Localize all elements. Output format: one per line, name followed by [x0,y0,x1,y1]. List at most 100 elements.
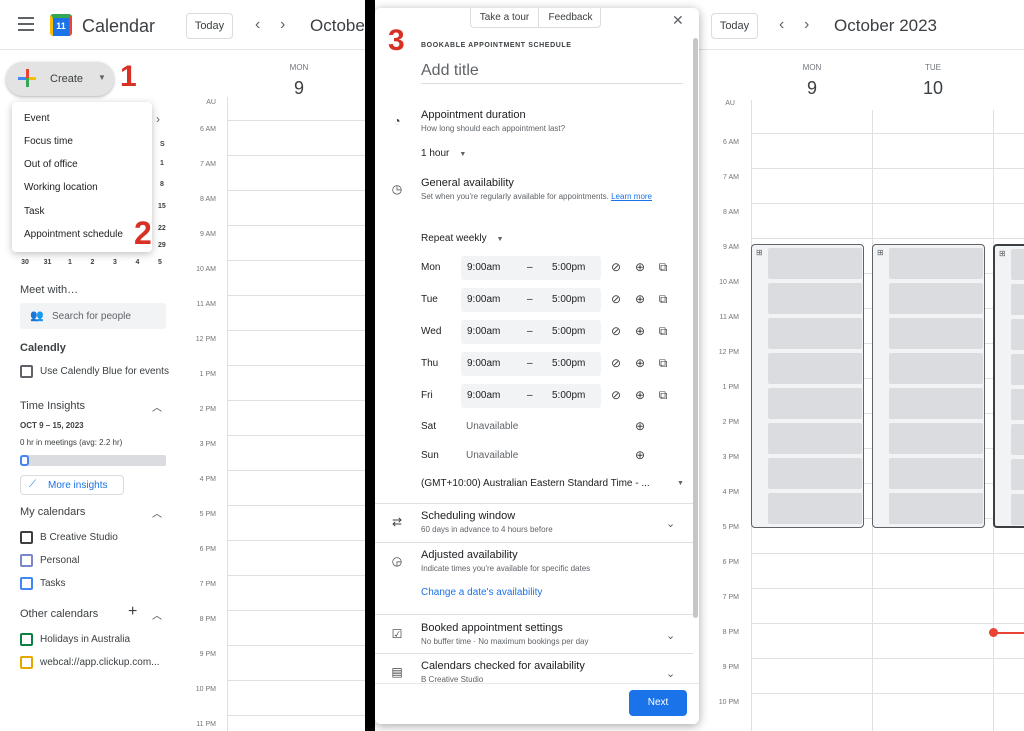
collapse-insights-chevron-icon[interactable]: ︿ [152,399,162,414]
mini-cal-day[interactable]: 31 [43,259,53,266]
mini-cal-day[interactable]: 29 [158,242,166,249]
add-time-icon[interactable]: ⊕ [632,292,648,306]
copy-icon[interactable]: ⧉ [655,260,671,275]
expand-booked-settings-chevron-icon[interactable]: ⌄ [666,629,675,642]
appointment-slot-column[interactable]: ⊞ [751,244,864,528]
start-time[interactable]: 9:00am [467,256,500,280]
calendar-checkbox-b-creative-studio[interactable] [20,531,33,544]
copy-icon[interactable]: ⧉ [655,356,671,371]
expand-calendars-checked-chevron-icon[interactable]: ⌄ [666,667,675,680]
time-range-field[interactable]: 9:00am – 5:00pm [461,352,601,376]
mini-cal-day[interactable]: 3 [110,259,120,266]
appointment-slot[interactable] [768,458,862,489]
day-number[interactable]: 9 [274,78,324,99]
menu-item-focus-time[interactable]: Focus time [24,136,73,147]
appointment-slot[interactable] [1011,424,1024,455]
collapse-my-calendars-chevron-icon[interactable]: ︿ [152,505,162,520]
copy-icon[interactable]: ⧉ [655,388,671,403]
appointment-slot[interactable] [889,248,983,279]
add-time-icon[interactable]: ⊕ [632,448,648,462]
next-week-chevron-icon[interactable]: › [280,16,285,34]
timezone-dropdown[interactable]: (GMT+10:00) Australian Eastern Standard … [421,478,684,489]
collapse-other-calendars-chevron-icon[interactable]: ︿ [152,607,162,622]
expand-scheduling-window-chevron-icon[interactable]: ⌄ [666,517,675,530]
unavailable-icon[interactable]: ⊘ [608,356,624,370]
mini-cal-day[interactable]: 1 [65,259,75,266]
mini-cal-day[interactable]: 4 [133,259,143,266]
copy-icon[interactable]: ⧉ [655,292,671,307]
appointment-slot[interactable] [889,423,983,454]
appointment-slot[interactable] [768,493,862,524]
mini-cal-day[interactable]: S [160,141,165,148]
start-time[interactable]: 9:00am [467,288,500,312]
next-week-chevron-icon[interactable]: › [804,16,809,34]
title-input[interactable]: Add title [421,62,683,84]
time-range-field[interactable]: 9:00am – 5:00pm [461,384,601,408]
time-range-field[interactable]: 9:00am – 5:00pm [461,288,601,312]
appointment-slot[interactable] [1011,354,1024,385]
appointment-slot[interactable] [768,423,862,454]
menu-item-event[interactable]: Event [24,113,50,124]
close-icon[interactable]: ✕ [672,12,684,29]
repeat-dropdown[interactable]: Repeat weekly ▼ [421,233,504,244]
today-button[interactable]: Today [186,13,233,39]
appointment-slot[interactable] [1011,319,1024,350]
duration-dropdown[interactable]: 1 hour ▼ [421,148,466,159]
appointment-slot[interactable] [768,283,862,314]
end-time[interactable]: 5:00pm [552,352,585,376]
appointment-slot[interactable] [768,353,862,384]
prev-week-chevron-icon[interactable]: ‹ [779,16,784,34]
unavailable-icon[interactable]: ⊘ [608,388,624,402]
feedback-button[interactable]: Feedback [539,8,602,28]
mini-cal-day[interactable]: 15 [158,203,166,210]
unavailable-icon[interactable]: ⊘ [608,324,624,338]
add-calendar-plus-icon[interactable]: + [128,603,137,621]
day-number[interactable]: 10 [908,78,958,99]
appointment-slot[interactable] [1011,389,1024,420]
add-time-icon[interactable]: ⊕ [632,356,648,370]
more-insights-button[interactable]: ⟋ More insights [20,475,124,495]
appointment-slot[interactable] [768,388,862,419]
create-button[interactable]: Create ▼ [6,62,114,96]
menu-item-task[interactable]: Task [24,206,45,217]
start-time[interactable]: 9:00am [467,384,500,408]
search-people-input[interactable]: 👥 Search for people [20,303,166,329]
dialog-scrollbar[interactable] [693,38,698,618]
add-time-icon[interactable]: ⊕ [632,324,648,338]
mini-cal-next-chevron-icon[interactable]: › [156,112,160,126]
end-time[interactable]: 5:00pm [552,320,585,344]
appointment-slot[interactable] [1011,459,1024,490]
unavailable-icon[interactable]: ⊘ [608,292,624,306]
mini-cal-day[interactable]: 1 [160,160,164,167]
appointment-slot[interactable] [889,283,983,314]
appointment-slot[interactable] [1011,494,1024,525]
end-time[interactable]: 5:00pm [552,256,585,280]
copy-icon[interactable]: ⧉ [655,324,671,339]
day-number[interactable]: 9 [787,78,837,99]
time-range-field[interactable]: 9:00am – 5:00pm [461,320,601,344]
start-time[interactable]: 9:00am [467,352,500,376]
appointment-slot[interactable] [889,318,983,349]
appointment-slot[interactable] [889,458,983,489]
start-time[interactable]: 9:00am [467,320,500,344]
main-menu-icon[interactable] [18,17,34,31]
learn-more-link[interactable]: Learn more [611,192,652,201]
appointment-slot[interactable] [889,388,983,419]
prev-week-chevron-icon[interactable]: ‹ [255,16,260,34]
calendar-checkbox-clickup[interactable] [20,656,33,669]
appointment-slot-column[interactable]: ⊞ [872,244,985,528]
menu-item-appointment-schedule[interactable]: Appointment schedule [24,229,123,240]
mini-cal-day[interactable]: 2 [88,259,98,266]
change-date-availability-link[interactable]: Change a date's availability [421,587,542,598]
calendly-checkbox[interactable] [20,365,33,378]
unavailable-icon[interactable]: ⊘ [608,260,624,274]
add-time-icon[interactable]: ⊕ [632,419,648,433]
appointment-slot[interactable] [768,248,862,279]
mini-cal-day[interactable]: 5 [155,259,165,266]
time-range-field[interactable]: 9:00am – 5:00pm [461,256,601,280]
mini-cal-day[interactable]: 30 [20,259,30,266]
appointment-slot[interactable] [768,318,862,349]
today-button[interactable]: Today [711,13,758,39]
mini-cal-day[interactable]: 8 [160,181,164,188]
next-button[interactable]: Next [629,690,687,716]
